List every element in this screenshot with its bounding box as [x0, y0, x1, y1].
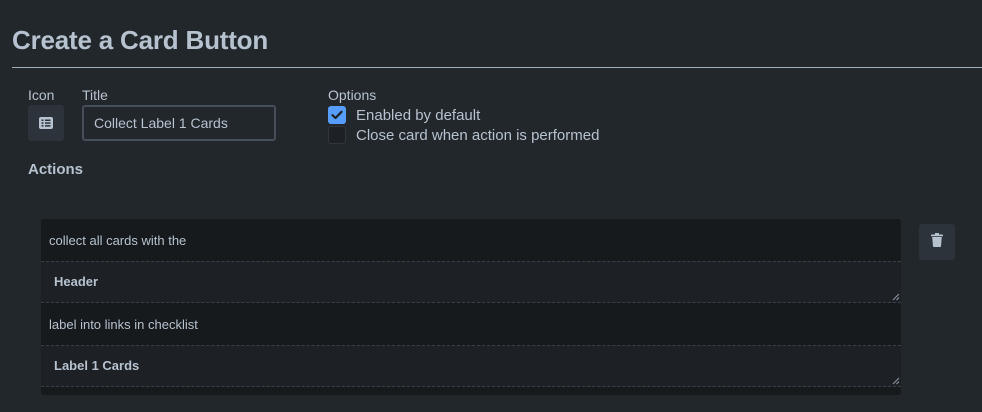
actions-heading: Actions	[28, 161, 84, 178]
page-title: Create a Card Button	[12, 25, 269, 55]
options-label: Options	[328, 87, 377, 103]
enabled-by-default-checkbox[interactable]	[328, 106, 346, 124]
title-label: Title	[82, 87, 108, 103]
header-label-value: Header	[54, 274, 99, 289]
title-divider	[12, 67, 982, 68]
action-text-collect: collect all cards with the	[49, 233, 187, 248]
action-text-label-into: label into links in checklist	[49, 317, 198, 332]
checkmark-icon	[331, 110, 343, 120]
trash-icon	[931, 232, 943, 252]
close-card-label: Close card when action is performed	[356, 126, 600, 144]
resize-handle-icon[interactable]	[892, 377, 900, 385]
delete-action-button[interactable]	[919, 224, 955, 260]
resize-handle-icon[interactable]	[892, 293, 900, 301]
action-card: collect all cards with the Header label …	[41, 219, 901, 395]
title-input[interactable]	[82, 105, 276, 141]
option-close-card[interactable]: Close card when action is performed	[328, 125, 599, 145]
header-label-field[interactable]: Header	[41, 261, 901, 303]
icon-label: Icon	[28, 87, 55, 103]
enabled-by-default-label: Enabled by default	[356, 106, 481, 124]
checklist-name-value: Label 1 Cards	[54, 358, 140, 373]
icon-picker-button[interactable]	[28, 105, 64, 141]
checklist-name-field[interactable]: Label 1 Cards	[41, 345, 901, 387]
option-enabled-by-default[interactable]: Enabled by default	[328, 105, 480, 125]
close-card-checkbox[interactable]	[328, 126, 346, 144]
card-list-icon	[39, 117, 53, 129]
create-card-button-page: Create a Card Button Icon Title Options …	[0, 0, 982, 412]
